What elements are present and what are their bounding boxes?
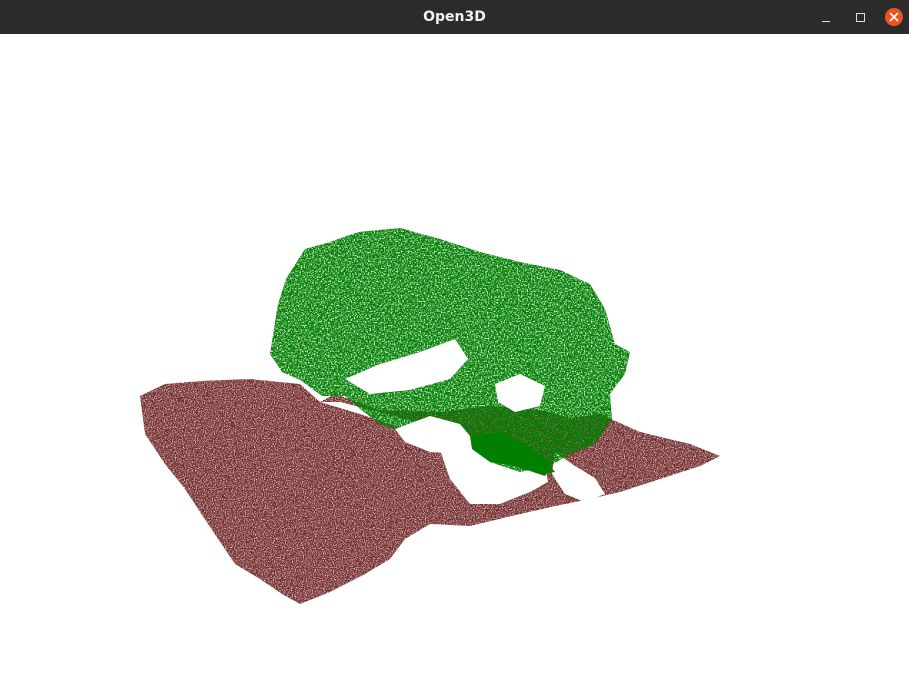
title-bar[interactable]: Open3D: [0, 0, 909, 34]
minimize-icon: [822, 20, 830, 22]
3d-viewport[interactable]: [0, 34, 909, 694]
maximize-button[interactable]: [850, 7, 870, 27]
window-title: Open3D: [423, 9, 486, 25]
close-button[interactable]: [884, 7, 904, 27]
close-icon: [885, 8, 903, 26]
app-window: Open3D: [0, 0, 909, 694]
maximize-icon: [855, 12, 865, 22]
minimize-button[interactable]: [816, 7, 836, 27]
point-cloud-scene: [140, 228, 720, 604]
